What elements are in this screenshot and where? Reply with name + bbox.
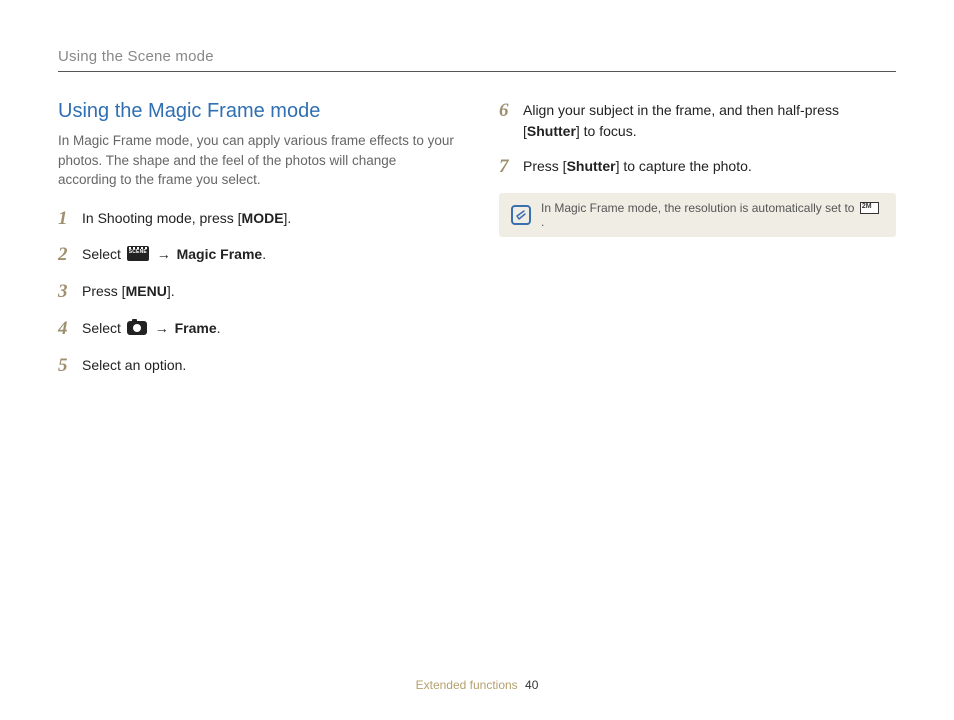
step-text: . xyxy=(217,320,221,336)
step-number: 3 xyxy=(58,281,82,304)
step-body: In Shooting mode, press [MODE]. xyxy=(82,208,455,229)
note-box: In Magic Frame mode, the resolution is a… xyxy=(499,193,896,237)
step-text: ] to capture the photo. xyxy=(616,158,752,174)
magic-frame-label: Magic Frame xyxy=(177,246,263,262)
page-header: Using the Scene mode xyxy=(58,48,896,72)
step-1: 1 In Shooting mode, press [MODE]. xyxy=(58,208,455,231)
step-5: 5 Select an option. xyxy=(58,355,455,378)
page-footer: Extended functions 40 xyxy=(0,678,954,692)
menu-label: MENU xyxy=(126,283,167,299)
step-3: 3 Press [MENU]. xyxy=(58,281,455,304)
step-body: Press [Shutter] to capture the photo. xyxy=(523,156,896,177)
step-text: Select an option. xyxy=(82,357,186,373)
manual-page: Using the Scene mode Using the Magic Fra… xyxy=(0,0,954,720)
step-body: Select an option. xyxy=(82,355,455,376)
step-text: Press [ xyxy=(523,158,567,174)
step-number: 7 xyxy=(499,156,523,179)
scene-icon xyxy=(127,246,149,261)
step-body: Align your subject in the frame, and the… xyxy=(523,100,896,142)
frame-label: Frame xyxy=(175,320,217,336)
section-intro: In Magic Frame mode, you can apply vario… xyxy=(58,131,455,190)
note-text-post: . xyxy=(541,215,544,229)
footer-section: Extended functions xyxy=(416,678,518,692)
shutter-label: Shutter xyxy=(567,158,616,174)
arrow-icon: → xyxy=(149,320,175,336)
resolution-icon xyxy=(860,202,879,214)
step-text: ]. xyxy=(284,210,292,226)
note-text: In Magic Frame mode, the resolution is a… xyxy=(541,201,884,229)
step-text: . xyxy=(262,246,266,262)
step-text: ] to focus. xyxy=(576,123,637,139)
step-body: Select → Magic Frame. xyxy=(82,244,455,265)
note-text-pre: In Magic Frame mode, the resolution is a… xyxy=(541,201,858,215)
step-4: 4 Select → Frame. xyxy=(58,318,455,341)
step-text: Select xyxy=(82,246,125,262)
camera-icon xyxy=(127,321,147,335)
page-number: 40 xyxy=(525,678,538,692)
section-title: Using the Magic Frame mode xyxy=(58,100,455,123)
note-icon xyxy=(511,205,531,225)
step-body: Press [MENU]. xyxy=(82,281,455,302)
step-body: Select → Frame. xyxy=(82,318,455,339)
step-number: 6 xyxy=(499,100,523,123)
content-columns: Using the Magic Frame mode In Magic Fram… xyxy=(58,100,896,392)
step-number: 4 xyxy=(58,318,82,341)
breadcrumb: Using the Scene mode xyxy=(58,48,214,65)
arrow-icon: → xyxy=(151,246,177,262)
left-column: Using the Magic Frame mode In Magic Fram… xyxy=(58,100,455,392)
step-6: 6 Align your subject in the frame, and t… xyxy=(499,100,896,142)
step-text: Select xyxy=(82,320,125,336)
step-text: In Shooting mode, press [ xyxy=(82,210,242,226)
step-2: 2 Select → Magic Frame. xyxy=(58,244,455,267)
step-text: Press [ xyxy=(82,283,126,299)
right-column: 6 Align your subject in the frame, and t… xyxy=(499,100,896,392)
mode-label: MODE xyxy=(242,210,284,226)
step-7: 7 Press [Shutter] to capture the photo. xyxy=(499,156,896,179)
step-number: 5 xyxy=(58,355,82,378)
step-number: 1 xyxy=(58,208,82,231)
step-text: ]. xyxy=(167,283,175,299)
step-number: 2 xyxy=(58,244,82,267)
shutter-label: Shutter xyxy=(527,123,576,139)
